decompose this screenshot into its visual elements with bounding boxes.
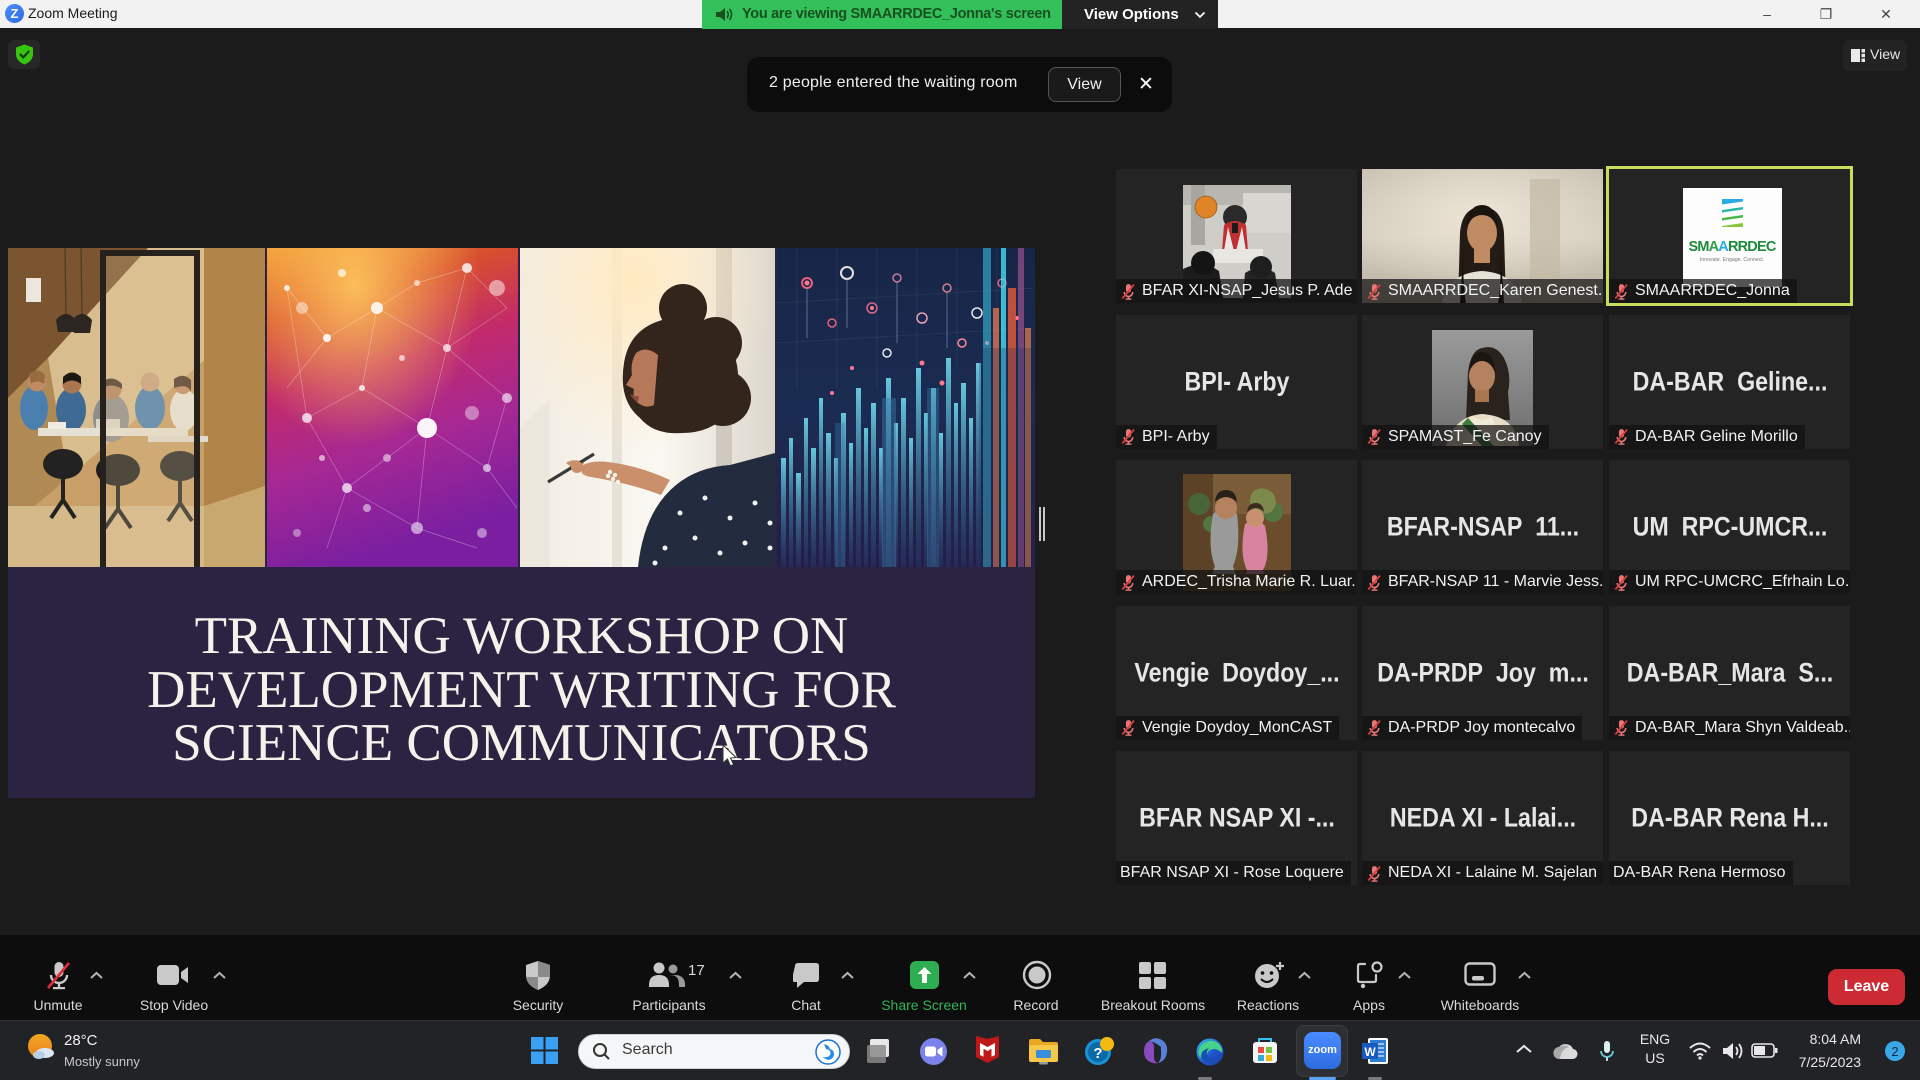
svg-text:W: W: [1364, 1045, 1376, 1059]
svg-text:Innovate. Engage. Connect.: Innovate. Engage. Connect.: [1700, 257, 1764, 263]
svg-text:SMAARRDEC: SMAARRDEC: [1688, 239, 1776, 255]
